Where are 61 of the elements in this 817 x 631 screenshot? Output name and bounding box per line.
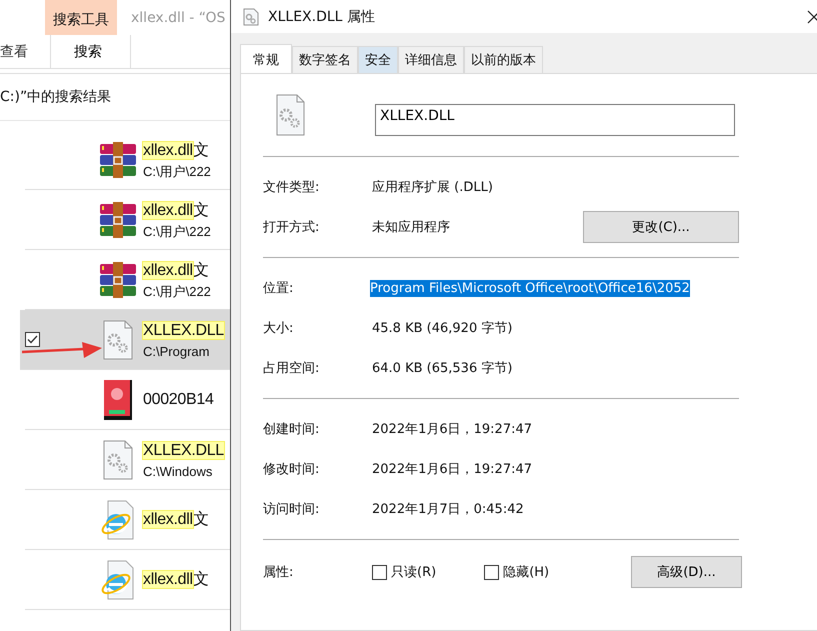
change-button[interactable]: 更改(C)...: [583, 211, 739, 243]
context-tab[interactable]: 搜索工具: [45, 0, 117, 35]
file-name: xllex.dll文: [143, 200, 210, 220]
file-path: C:\Windows: [143, 462, 214, 480]
breadcrumb: C:)”中的搜索结果: [0, 88, 112, 106]
result-row[interactable]: xllex.dll文 C:\用户\222: [25, 190, 230, 250]
tab[interactable]: 常规: [240, 44, 292, 74]
file-name-field[interactable]: XLLEX.DLL: [375, 104, 735, 136]
field-label: 打开方式:: [263, 219, 320, 236]
tab[interactable]: 数字签名: [292, 46, 358, 73]
file-name: xllex.dll文: [143, 510, 210, 530]
file-name: XLLEX.DLL: [143, 440, 225, 460]
archive-icon: [98, 200, 138, 240]
field-label: 文件类型:: [263, 179, 320, 196]
field-value: 64.0 KB (65,536 字节): [372, 360, 512, 378]
file-path: C:\用户\222: [143, 222, 212, 240]
dialog-title: XLLEX.DLL 属性: [268, 8, 375, 26]
result-row[interactable]: xllex.dll文: [25, 550, 230, 610]
result-row[interactable]: 00020B14: [25, 370, 230, 430]
tab[interactable]: 以前的版本: [464, 46, 543, 73]
checkbox-label: 隐藏(H): [503, 564, 550, 581]
advanced-button[interactable]: 高级(D)...: [631, 556, 742, 588]
tab[interactable]: 详细信息: [398, 46, 464, 73]
checkbox[interactable]: [25, 332, 40, 347]
field-label: 占用空间:: [263, 360, 320, 377]
file-name: xllex.dll文: [143, 260, 210, 280]
file-path: C:\用户\222: [143, 282, 212, 300]
window-title: xllex.dll - “OS: [131, 8, 226, 28]
field-value: 2022年1月6日，19:27:47: [372, 421, 532, 439]
tab[interactable]: 安全: [358, 46, 398, 73]
gear-file-icon: [243, 8, 259, 26]
checkbox-label: 只读(R): [391, 564, 436, 581]
result-row[interactable]: xllex.dll文 C:\用户\222: [25, 130, 230, 190]
field-label: 访问时间:: [263, 501, 320, 518]
field-label: 属性:: [263, 564, 294, 581]
result-row[interactable]: XLLEX.DLL C:\Program: [20, 310, 230, 370]
archive-icon: [98, 260, 138, 300]
checkbox[interactable]: [484, 564, 500, 580]
field-value: 2022年1月6日，19:27:47: [372, 461, 532, 479]
file-name: 00020B14: [143, 390, 215, 410]
ribbon-tab[interactable]: 查看: [0, 35, 45, 68]
file-name: xllex.dll文: [143, 570, 210, 590]
close-icon[interactable]: [807, 10, 817, 24]
field-label: 创建时间:: [263, 421, 320, 438]
field-value: Program Files\Microsoft Office\root\Office16\2052: [370, 280, 690, 296]
file-name: xllex.dll文: [143, 140, 210, 160]
result-row[interactable]: xllex.dll文: [25, 490, 230, 550]
result-row[interactable]: XLLEX.DLL C:\Windows: [25, 430, 230, 490]
field-value: 未知应用程序: [372, 219, 450, 237]
field-value: 45.8 KB (46,920 字节): [372, 320, 512, 338]
field-value: 2022年1月7日，0:45:42: [372, 501, 524, 519]
field-label: 位置:: [263, 280, 294, 297]
file-path: C:\Program: [143, 342, 210, 360]
checkbox[interactable]: [372, 564, 387, 580]
ribbon-tab[interactable]: 搜索: [50, 35, 131, 68]
file-name: XLLEX.DLL: [143, 320, 225, 340]
archive-icon: [98, 140, 138, 180]
field-value: 应用程序扩展 (.DLL): [372, 179, 493, 197]
field-label: 大小:: [263, 320, 294, 337]
file-path: C:\用户\222: [143, 162, 212, 180]
field-label: 修改时间:: [263, 461, 320, 478]
